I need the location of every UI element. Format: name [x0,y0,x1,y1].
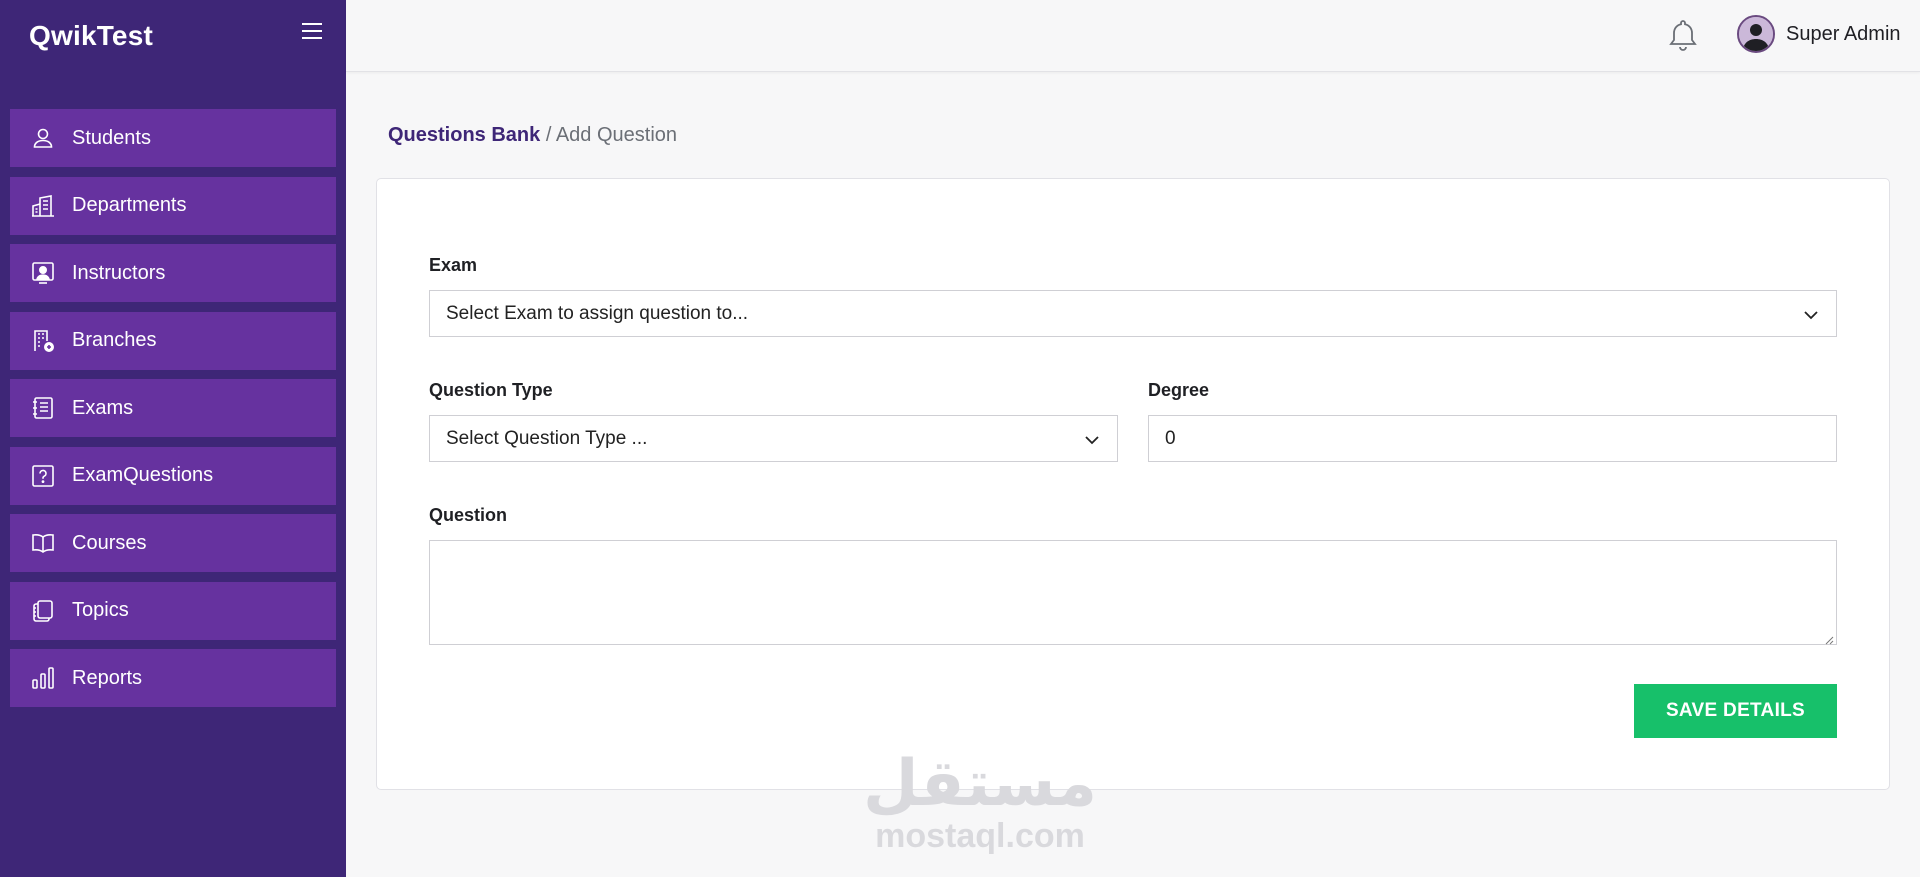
sidebar-item-label: Exams [72,396,134,419]
notification-bell-icon[interactable] [1668,18,1698,52]
breadcrumb-link-questions-bank[interactable]: Questions Bank [388,124,540,146]
sidebar-item-label: Departments [72,194,187,216]
save-details-button[interactable]: SAVE DETAILS [1634,684,1837,738]
sidebar: QwikTest Students Departments Instructor… [0,0,346,877]
sidebar-item-students[interactable]: Students [10,109,336,167]
chevron-down-icon [1802,306,1820,320]
degree-input[interactable]: 0 [1148,415,1837,462]
notebook-stack-icon [30,598,56,624]
breadcrumb-separator: / [545,124,552,146]
instructor-icon [30,260,56,286]
sidebar-item-departments[interactable]: Departments [10,176,336,235]
sidebar-item-label: Topics [72,599,129,621]
sidebar-item-label: Instructors [72,261,166,284]
sidebar-item-topics[interactable]: Topics [10,581,336,640]
sidebar-item-label: ExamQuestions [72,464,214,486]
question-mark-icon [30,463,56,489]
building-icon [30,193,56,219]
brand-logo[interactable]: QwikTest [29,20,153,52]
user-icon [30,125,56,151]
question-type-select-value: Select Question Type ... [446,427,648,449]
avatar[interactable] [1737,15,1775,53]
question-type-select[interactable]: Select Question Type ... [429,415,1118,462]
watermark-latin: mostaql.com [875,817,1085,855]
resize-handle-icon[interactable] [1824,632,1834,645]
exam-select-value: Select Exam to assign question to... [446,302,749,324]
question-textarea[interactable] [429,540,1837,645]
breadcrumb-current: Add Question [555,124,678,146]
sidebar-item-courses[interactable]: Courses [10,514,336,572]
user-name[interactable]: Super Admin [1786,23,1901,46]
exam-notebook-icon [30,395,56,421]
sidebar-item-label: Branches [72,329,157,351]
sidebar-item-reports[interactable]: Reports [10,649,336,707]
sidebar-nav: Students Departments Instructors Branche… [10,109,336,717]
bar-chart-icon [30,665,56,691]
sidebar-item-label: Students [72,126,151,149]
exam-label: Exam [429,255,478,275]
sidebar-item-examquestions[interactable]: ExamQuestions [10,446,336,505]
question-type-label: Question Type [429,380,553,400]
sidebar-item-instructors[interactable]: Instructors [10,244,336,302]
breadcrumb: Questions Bank / Add Question [388,124,677,147]
exam-select[interactable]: Select Exam to assign question to... [429,290,1837,337]
open-book-icon [30,530,56,556]
branch-building-icon [30,328,56,354]
degree-input-value: 0 [1165,427,1176,449]
sidebar-item-branches[interactable]: Branches [10,311,336,370]
sidebar-item-exams[interactable]: Exams [10,379,336,437]
degree-label: Degree [1148,380,1210,400]
sidebar-item-label: Reports [72,666,143,689]
sidebar-item-label: Courses [72,531,147,554]
chevron-down-icon [1083,431,1101,445]
question-label: Question [429,505,508,525]
hamburger-menu-icon[interactable] [300,21,324,41]
